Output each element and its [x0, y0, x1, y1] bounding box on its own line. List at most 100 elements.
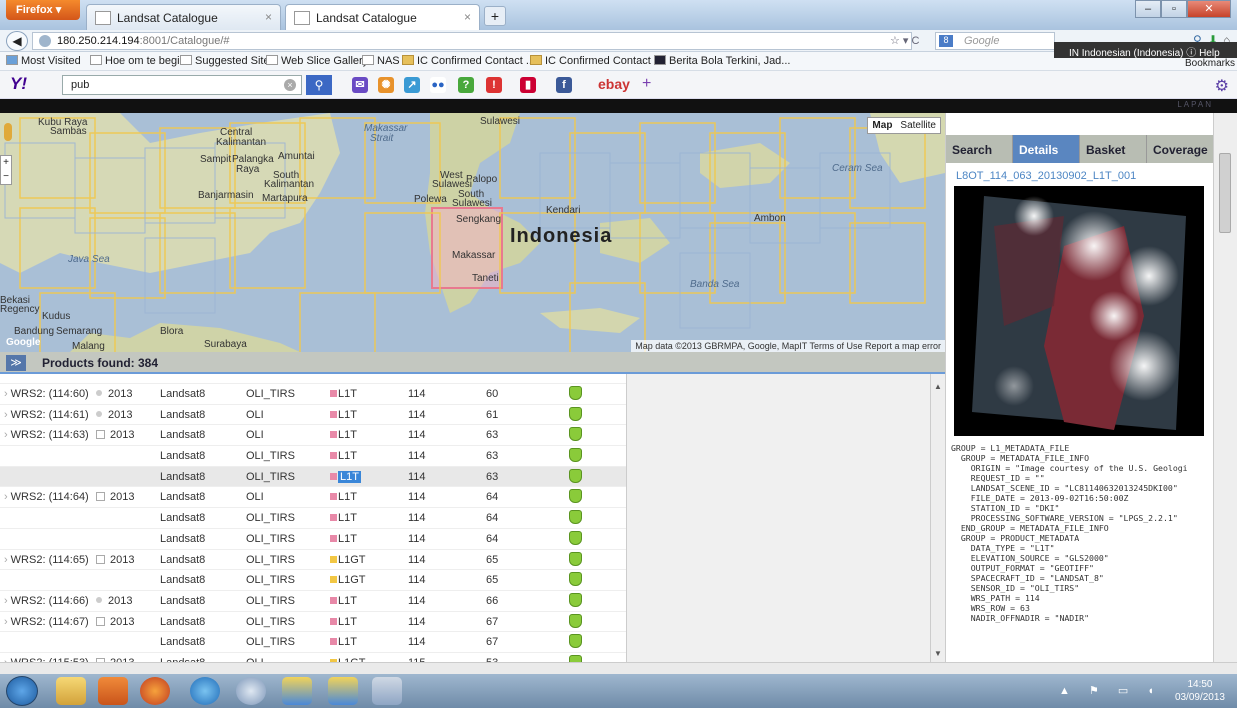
table-row[interactable]: Landsat8 OLI_TIRS L1GT 114 65 — [0, 570, 626, 591]
internet-explorer-icon[interactable] — [190, 677, 220, 705]
finance-icon[interactable]: ↗ — [404, 77, 420, 93]
bookmark-most-visited[interactable]: Most Visited — [6, 55, 81, 67]
coverage-map[interactable]: + − Kubu Raya Sambas Central Kalimantan M… — [0, 113, 945, 352]
bookmarks-menu-button[interactable]: Bookmarks — [1185, 58, 1235, 69]
table-row[interactable]: › WRS2: (114:61) 2013 Landsat8 OLI L1T 114 61 — [0, 405, 626, 426]
add-to-basket-icon[interactable] — [569, 634, 582, 649]
table-row[interactable]: ›WRS2: (115:53)2013Landsat8OLIL1GT11553 — [0, 653, 626, 662]
horizontal-scrollbar[interactable] — [0, 662, 1237, 674]
add-to-basket-icon[interactable] — [569, 530, 582, 545]
map-type-map-button[interactable]: Map — [868, 118, 896, 133]
flickr-icon[interactable]: ●● — [430, 77, 446, 93]
table-row[interactable]: Landsat8 OLI_TIRS L1T 114 67 — [0, 632, 626, 653]
firefox-icon[interactable] — [140, 677, 170, 705]
url-bar[interactable]: 180.250.214.194:8001/Catalogue/# — [32, 32, 912, 50]
map-attribution[interactable]: Map data ©2013 GBRMPA, Google, MapIT Ter… — [631, 340, 945, 352]
new-tab-button[interactable]: + — [484, 6, 506, 26]
tab-search[interactable]: Search — [946, 135, 1013, 163]
add-to-basket-icon[interactable] — [569, 448, 582, 463]
system-clock[interactable]: 14:50 03/09/2013 — [1175, 678, 1225, 704]
add-to-basket-icon[interactable] — [569, 489, 582, 504]
office-icon[interactable] — [98, 677, 128, 705]
table-row[interactable]: › WRS2: (114:63) 2013 Landsat8 OLI L1T 114 63 — [0, 425, 626, 447]
table-row[interactable]: › WRS2: (114:64) 2013 Landsat8 OLI L1T 114 64 — [0, 487, 626, 509]
start-button[interactable] — [6, 676, 38, 706]
url-controls[interactable]: ☆ ▾ C — [890, 34, 919, 47]
table-row[interactable]: › WRS2: (114:65) 2013 Landsat8 OLI_TIRS L1GT 1… — [0, 550, 626, 571]
map-type-satellite-button[interactable]: Satellite — [896, 118, 940, 133]
zoom-control[interactable]: + − — [0, 155, 12, 185]
tab-landsat-catalogue-2[interactable]: Landsat Catalogue × — [285, 4, 480, 30]
expand-toggle-icon[interactable] — [96, 554, 105, 564]
table-row[interactable]: Landsat8 OLI_TIRS L1T 114 63 — [0, 466, 626, 488]
add-to-basket-icon[interactable] — [569, 592, 582, 607]
yahoo-search-button[interactable]: ⚲ — [306, 75, 332, 95]
dell-icon[interactable] — [236, 677, 266, 705]
table-row[interactable]: › WRS2: (114:67) 2013 Landsat8 OLI_TIRS L1T 11… — [0, 612, 626, 633]
table-row[interactable]: › WRS2: (114:66) 2013 Landsat8 OLI_TIRS L1T 11… — [0, 591, 626, 612]
bookmark-web-slice-gallery[interactable]: Web Slice Gallery — [266, 55, 368, 67]
language-popup[interactable]: IN Indonesian (Indonesia) ⓘ Help — [1054, 42, 1237, 59]
system-tray-icons[interactable]: ▲ ⚑ ▭ ◖ — [1059, 684, 1162, 697]
add-to-basket-icon[interactable] — [569, 551, 582, 566]
mail-icon[interactable]: ✉ — [352, 77, 368, 93]
weather-icon[interactable]: ✺ — [378, 77, 394, 93]
add-to-basket-icon[interactable] — [569, 386, 582, 400]
close-window-button[interactable]: ✕ — [1187, 0, 1231, 18]
add-to-basket-icon[interactable] — [569, 510, 582, 525]
scene-title[interactable]: L8OT_114_063_20130902_L1T_001 — [956, 170, 1136, 182]
web-search-input[interactable]: 8 Google — [935, 32, 1055, 50]
answers-icon[interactable]: ? — [458, 77, 474, 93]
add-to-basket-icon[interactable] — [569, 427, 582, 442]
expand-toggle-icon[interactable] — [96, 430, 105, 440]
bookmark-nas[interactable]: NAS — [362, 55, 400, 67]
facebook-icon[interactable]: f — [556, 77, 572, 93]
close-tab-icon[interactable]: × — [464, 10, 471, 24]
add-to-basket-icon[interactable] — [569, 572, 582, 587]
tab-coverage[interactable]: Coverage — [1147, 135, 1214, 163]
collapse-chevron-icon[interactable]: ≫ — [6, 355, 26, 371]
add-icon[interactable]: + — [642, 75, 651, 93]
tab-landsat-catalogue-1[interactable]: Landsat Catalogue × — [86, 4, 281, 30]
table-row[interactable]: Landsat8 OLI_TIRS L1T 114 64 — [0, 508, 626, 529]
street-view-pegman-icon[interactable] — [4, 123, 12, 141]
bookmark-suggested-sites[interactable]: Suggested Sites — [180, 55, 275, 67]
table-row[interactable]: Landsat8 OLI_TIRS L1T 114 64 — [0, 529, 626, 550]
scrollbar-thumb[interactable] — [1219, 153, 1231, 233]
add-to-basket-icon[interactable] — [569, 468, 582, 483]
yahoo-search-input[interactable]: pub × — [62, 75, 302, 95]
bookmark-hoe-om-te-begin[interactable]: Hoe om te begin — [90, 55, 186, 67]
details-scrollbar[interactable] — [1213, 113, 1237, 662]
table-row[interactable]: › WRS2: (114:60) 2013 Landsat8 OLI_TIRS L1T 11… — [0, 384, 626, 405]
bookmark-berita-bola[interactable]: Berita Bola Terkini, Jad... — [654, 55, 790, 67]
add-to-basket-icon[interactable] — [569, 613, 582, 628]
tab-basket[interactable]: Basket — [1080, 135, 1147, 163]
ebay-link[interactable]: ebay — [598, 76, 630, 92]
bookmark-folder-ic-1[interactable]: IC Confirmed Contact ... — [402, 55, 535, 67]
products-scrollbar[interactable]: ▲ ▼ — [930, 374, 945, 662]
back-button[interactable]: ◀ — [6, 31, 28, 51]
clear-search-icon[interactable]: × — [284, 79, 296, 91]
firefox-menu-button[interactable]: Firefox ▾ — [6, 0, 80, 20]
scroll-up-icon[interactable]: ▲ — [934, 382, 942, 391]
expand-toggle-icon[interactable] — [96, 492, 105, 502]
scroll-down-icon[interactable]: ▼ — [934, 649, 942, 658]
tab-details[interactable]: Details — [1013, 135, 1080, 163]
news-icon[interactable]: ! — [486, 77, 502, 93]
expand-toggle-icon[interactable] — [96, 616, 105, 626]
bookmark-folder-ic-2[interactable]: IC Confirmed Contact ... — [530, 55, 663, 67]
add-to-basket-icon[interactable] — [569, 406, 582, 421]
add-to-basket-icon[interactable] — [569, 654, 582, 662]
minimize-button[interactable]: – — [1135, 0, 1161, 18]
security-shield-icon[interactable] — [328, 677, 358, 705]
explorer-icon[interactable] — [56, 677, 86, 705]
table-row-partial[interactable] — [0, 374, 626, 384]
security-shield-icon[interactable] — [282, 677, 312, 705]
table-row[interactable]: Landsat8 OLI_TIRS L1T 114 63 — [0, 446, 626, 467]
paint-icon[interactable] — [372, 677, 402, 705]
yahoo-logo[interactable]: Y! — [10, 74, 60, 94]
maximize-button[interactable]: ▫ — [1161, 0, 1187, 18]
bookmark-flag-icon[interactable]: ▮ — [520, 77, 536, 93]
gear-icon[interactable]: ⚙ — [1215, 76, 1229, 96]
close-tab-icon[interactable]: × — [265, 10, 272, 24]
